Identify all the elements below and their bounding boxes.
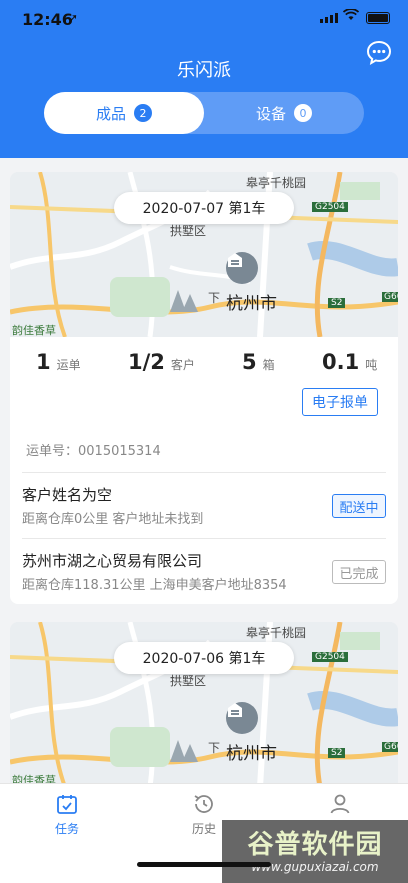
- trip-date-label: 2020-07-06 第1车: [114, 642, 294, 674]
- tab-label: 设备: [255, 104, 286, 123]
- trip-date-label: 2020-07-07 第1车: [114, 192, 294, 224]
- route-map[interactable]: 皋亭千桃园 拱墅区 杭州市 G2504 S2 G60 韵佳香草 下 2020-0…: [10, 622, 398, 787]
- waybill-number: 运单号：0015015314: [26, 444, 161, 459]
- stat-unit: 客户: [170, 358, 195, 372]
- status-badge: 配送中: [332, 494, 386, 518]
- status-badge: 已完成: [332, 560, 386, 584]
- route-map[interactable]: 皋亭千桃园 拱墅区 杭州市 G2504 S2 G60 韵佳香草 下 2020-0…: [10, 172, 398, 337]
- stat-boxes: 5 箱: [242, 350, 275, 374]
- calendar-check-icon: [57, 795, 77, 814]
- tab-finished-goods[interactable]: 成品 2: [44, 92, 204, 134]
- map-label-poi: 韵佳香草: [12, 324, 56, 337]
- map-road-shield: G2504: [312, 202, 348, 212]
- map-label-poi: 皋亭千桃园: [246, 626, 307, 640]
- map-label-district: 拱墅区: [170, 674, 207, 688]
- wifi-icon: [342, 8, 360, 25]
- warehouse-pin-icon[interactable]: [226, 252, 258, 284]
- stat-unit: 运单: [56, 358, 81, 372]
- cellular-signal-icon: [320, 13, 338, 23]
- trip-stats: 1 运单 1/2 客户 5 箱 0.1 吨: [10, 342, 398, 382]
- category-tabs: 成品 2 设备 0: [44, 92, 364, 134]
- map-road-shield: G60: [382, 742, 398, 752]
- nav-label: 历史: [191, 822, 216, 836]
- watermark-title: 谷普软件园: [247, 830, 383, 860]
- stat-unit: 吨: [365, 358, 378, 372]
- map-road-shield: G60: [382, 292, 398, 302]
- tab-count-badge: 0: [294, 104, 312, 122]
- map-label-city: 杭州市: [226, 744, 277, 764]
- user-icon: [330, 794, 350, 814]
- stat-value: 1/2: [128, 350, 165, 374]
- map-road-shield: S2: [328, 748, 346, 758]
- stat-value: 1: [36, 350, 51, 374]
- delivery-card[interactable]: 皋亭千桃园 拱墅区 杭州市 G2504 S2 G60 韵佳香草 下 2020-0…: [10, 172, 398, 604]
- stat-waybills: 1 运单: [36, 350, 81, 374]
- divider: [22, 472, 386, 473]
- page-title: 乐闪派: [177, 60, 231, 81]
- customer-name: 客户姓名为空: [22, 486, 113, 504]
- map-label-city: 杭州市: [226, 294, 277, 314]
- status-time: 12:46: [22, 10, 73, 29]
- map-road-shield: S2: [328, 298, 346, 308]
- tab-equipment[interactable]: 设备 0: [204, 92, 364, 134]
- delivery-card[interactable]: 皋亭千桃园 拱墅区 杭州市 G2504 S2 G60 韵佳香草 下 2020-0…: [10, 622, 398, 792]
- map-label-district: 拱墅区: [170, 224, 207, 238]
- nav-profile[interactable]: [310, 792, 370, 820]
- warehouse-pin-icon[interactable]: [226, 702, 258, 734]
- map-label-poi: 皋亭千桃园: [246, 176, 307, 190]
- stat-tons: 0.1 吨: [322, 350, 377, 374]
- map-label-road: 下: [208, 291, 221, 305]
- order-detail: 距离仓库118.31公里 上海申美客户地址8354: [22, 578, 287, 593]
- map-label-road: 下: [208, 741, 221, 755]
- tab-label: 成品: [95, 104, 126, 123]
- home-indicator[interactable]: [137, 862, 271, 867]
- status-bar: 12:46 ➚: [0, 0, 408, 40]
- nav-label: 任务: [54, 822, 79, 836]
- stat-value: 0.1: [322, 350, 360, 374]
- stat-customers: 1/2 客户: [128, 350, 195, 374]
- divider: [22, 538, 386, 539]
- chat-bubble-icon[interactable]: [366, 40, 392, 66]
- nav-tasks[interactable]: 任务: [37, 792, 97, 837]
- map-road-shield: G2504: [312, 652, 348, 662]
- clock-history-icon: [194, 795, 213, 813]
- battery-icon: [366, 12, 390, 24]
- stat-unit: 箱: [262, 358, 275, 372]
- location-arrow-icon: ➚: [68, 11, 79, 25]
- tab-count-badge: 2: [134, 104, 152, 122]
- electronic-report-button[interactable]: 电子报单: [302, 388, 378, 416]
- stat-value: 5: [242, 350, 257, 374]
- app-header: 乐闪派 成品 2 设备 0: [0, 40, 408, 158]
- order-detail: 距离仓库0公里 客户地址未找到: [22, 512, 204, 527]
- watermark-logo: 谷普软件园 www.gupuxiazai.com: [222, 820, 408, 883]
- customer-name: 苏州市湖之心贸易有限公司: [22, 552, 203, 570]
